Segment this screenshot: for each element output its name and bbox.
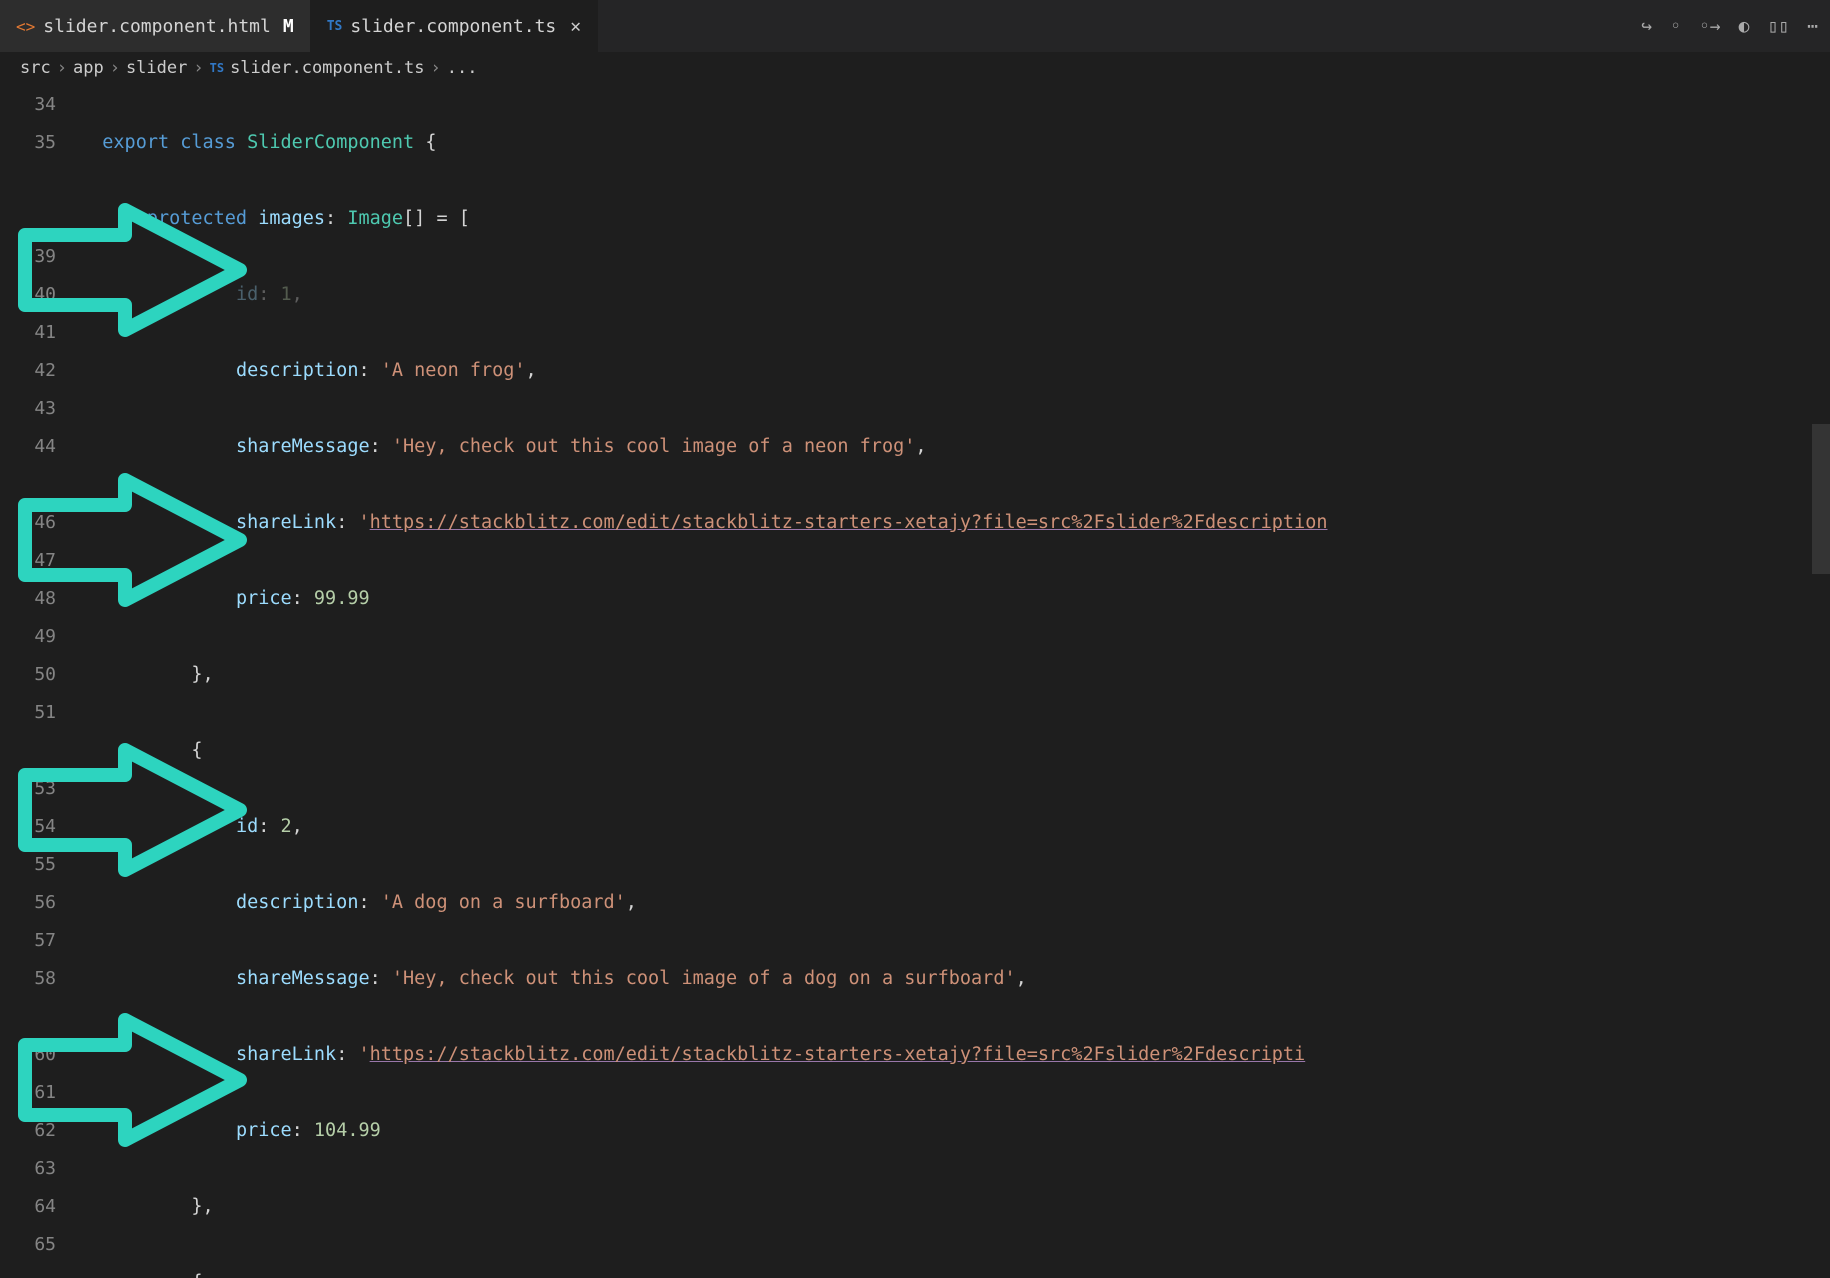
tab-bar: <> slider.component.html M TS slider.com… [0, 0, 1830, 52]
close-icon[interactable]: ✕ [570, 16, 581, 37]
breadcrumb-file[interactable]: slider.component.ts [230, 58, 424, 78]
breadcrumb-part[interactable]: src [20, 58, 51, 78]
chevron-right-icon: › [57, 58, 67, 78]
html-file-icon: <> [16, 17, 35, 36]
scrollbar-thumb[interactable] [1812, 424, 1830, 574]
tab-html[interactable]: <> slider.component.html M [0, 0, 311, 52]
tab-label: slider.component.html [43, 16, 271, 37]
ts-file-icon: TS [210, 61, 224, 75]
breadcrumb-trailing[interactable]: ... [447, 58, 478, 78]
go-back-icon[interactable]: ◦ [1670, 16, 1681, 37]
breadcrumb-part[interactable]: slider [126, 58, 187, 78]
go-forward-icon[interactable]: ◦→ [1699, 16, 1721, 37]
tab-modified-indicator: M [283, 16, 294, 37]
breadcrumb-part[interactable]: app [73, 58, 104, 78]
chevron-right-icon: › [431, 58, 441, 78]
line-gutter: 34 35 39 40 41 42 43 44 46 47 48 49 50 5… [0, 84, 80, 1278]
more-icon[interactable]: ⋯ [1807, 16, 1818, 37]
editor-actions: ↪ ◦ ◦→ ◐ ▯▯ ⋯ [1641, 0, 1818, 52]
git-compare-icon[interactable]: ↪ [1641, 16, 1652, 37]
tab-label: slider.component.ts [350, 16, 556, 37]
code-content[interactable]: export class SliderComponent { protected… [80, 84, 1830, 1278]
breadcrumb[interactable]: src › app › slider › TS slider.component… [0, 52, 1830, 84]
ts-file-icon: TS [327, 19, 343, 34]
chevron-right-icon: › [193, 58, 203, 78]
run-icon[interactable]: ◐ [1739, 16, 1750, 37]
chevron-right-icon: › [110, 58, 120, 78]
code-editor[interactable]: 34 35 39 40 41 42 43 44 46 47 48 49 50 5… [0, 84, 1830, 1278]
tab-ts-active[interactable]: TS slider.component.ts ✕ [311, 0, 598, 52]
split-editor-icon[interactable]: ▯▯ [1767, 16, 1789, 37]
